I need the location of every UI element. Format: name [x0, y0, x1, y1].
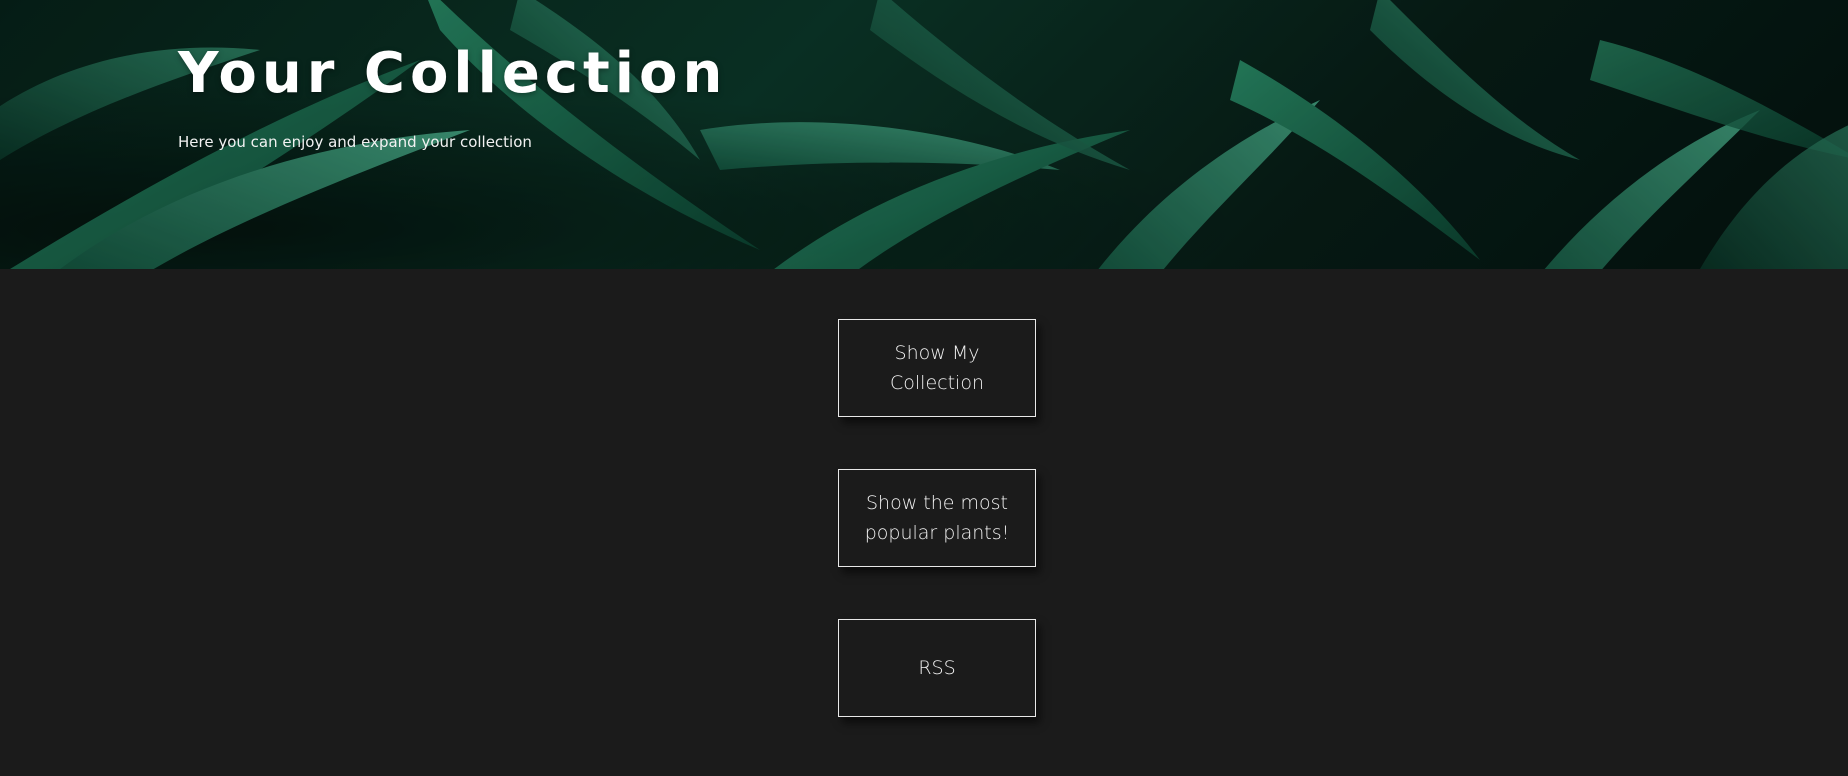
rss-label: RSS	[918, 657, 956, 679]
show-popular-plants-label: Show the most popular plants!	[864, 492, 1010, 544]
show-my-collection-label: Show My Collection	[890, 342, 984, 394]
rss-button[interactable]: RSS	[838, 619, 1036, 717]
page-title: Your Collection	[178, 41, 728, 106]
page-subtitle: Here you can enjoy and expand your colle…	[178, 133, 532, 151]
show-my-collection-button[interactable]: Show My Collection	[838, 319, 1036, 417]
show-popular-plants-button[interactable]: Show the most popular plants!	[838, 469, 1036, 567]
hero-banner: Your Collection Here you can enjoy and e…	[0, 0, 1848, 269]
actions-section: Show My Collection Show the most popular…	[0, 269, 1848, 776]
